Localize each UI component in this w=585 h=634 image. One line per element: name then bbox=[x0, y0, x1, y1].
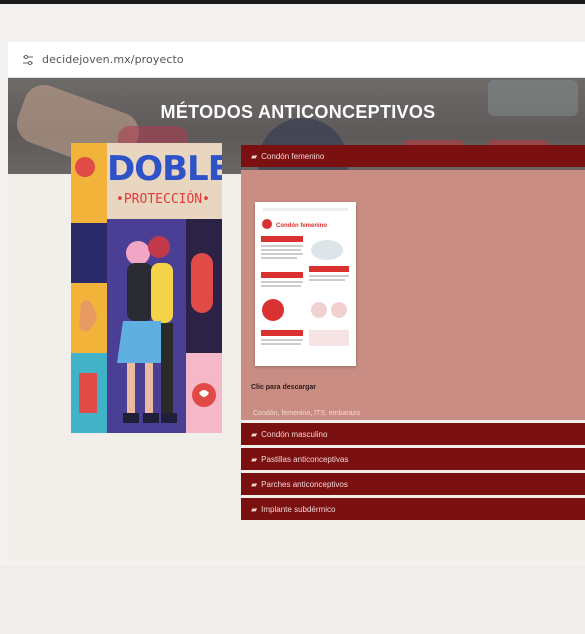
accordion-panel: Condón femenino Clic para descargar Cond… bbox=[241, 170, 585, 420]
accordion-item-label: Implante subdérmico bbox=[261, 504, 336, 514]
top-border bbox=[0, 0, 585, 4]
poster-title: DOBLE bbox=[107, 149, 222, 189]
folder-icon: ▰ bbox=[251, 504, 258, 514]
document-title: Condón femenino bbox=[276, 223, 327, 229]
folder-icon: ▰ bbox=[251, 479, 258, 489]
doble-proteccion-poster: DOBLE •PROTECCIÓN• bbox=[71, 143, 222, 433]
accordion-item-parches[interactable]: ▰ Parches anticonceptivos bbox=[241, 473, 585, 495]
download-link[interactable]: Clic para descargar bbox=[251, 384, 316, 391]
folder-icon: ▰ bbox=[251, 454, 258, 464]
tags-text: Condón, femenino, ITS, embarazo bbox=[253, 410, 361, 417]
accordion-item-label: Pastillas anticonceptivas bbox=[261, 454, 349, 464]
accordion-item-implante[interactable]: ▰ Implante subdérmico bbox=[241, 498, 585, 520]
address-bar[interactable]: decidejoven.mx/proyecto bbox=[8, 42, 585, 78]
url-text[interactable]: decidejoven.mx/proyecto bbox=[42, 53, 184, 66]
page-title: MÉTODOS ANTICONCEPTIVOS bbox=[160, 102, 436, 122]
document-preview: Condón femenino bbox=[255, 202, 356, 366]
background-surface bbox=[0, 565, 585, 634]
accordion-item-label: Condón masculino bbox=[261, 429, 328, 439]
accordion-item-condon-masculino[interactable]: ▰ Condón masculino bbox=[241, 423, 585, 445]
accordion-item-pastillas[interactable]: ▰ Pastillas anticonceptivas bbox=[241, 448, 585, 470]
document-thumbnail[interactable]: Condón femenino bbox=[255, 202, 356, 366]
accordion-item-label: Condón femenino bbox=[261, 151, 325, 161]
folder-icon: ▰ bbox=[251, 429, 258, 439]
accordion-item-condon-femenino[interactable]: ▰ Condón femenino bbox=[241, 145, 585, 167]
accordion-item-label: Parches anticonceptivos bbox=[261, 479, 348, 489]
open-folder-icon: ▰ bbox=[251, 151, 258, 161]
site-settings-icon[interactable] bbox=[22, 54, 34, 66]
poster-subtitle: •PROTECCIÓN• bbox=[116, 192, 210, 207]
methods-accordion: ▰ Condón femenino Condón femenino Clic p… bbox=[241, 145, 585, 523]
